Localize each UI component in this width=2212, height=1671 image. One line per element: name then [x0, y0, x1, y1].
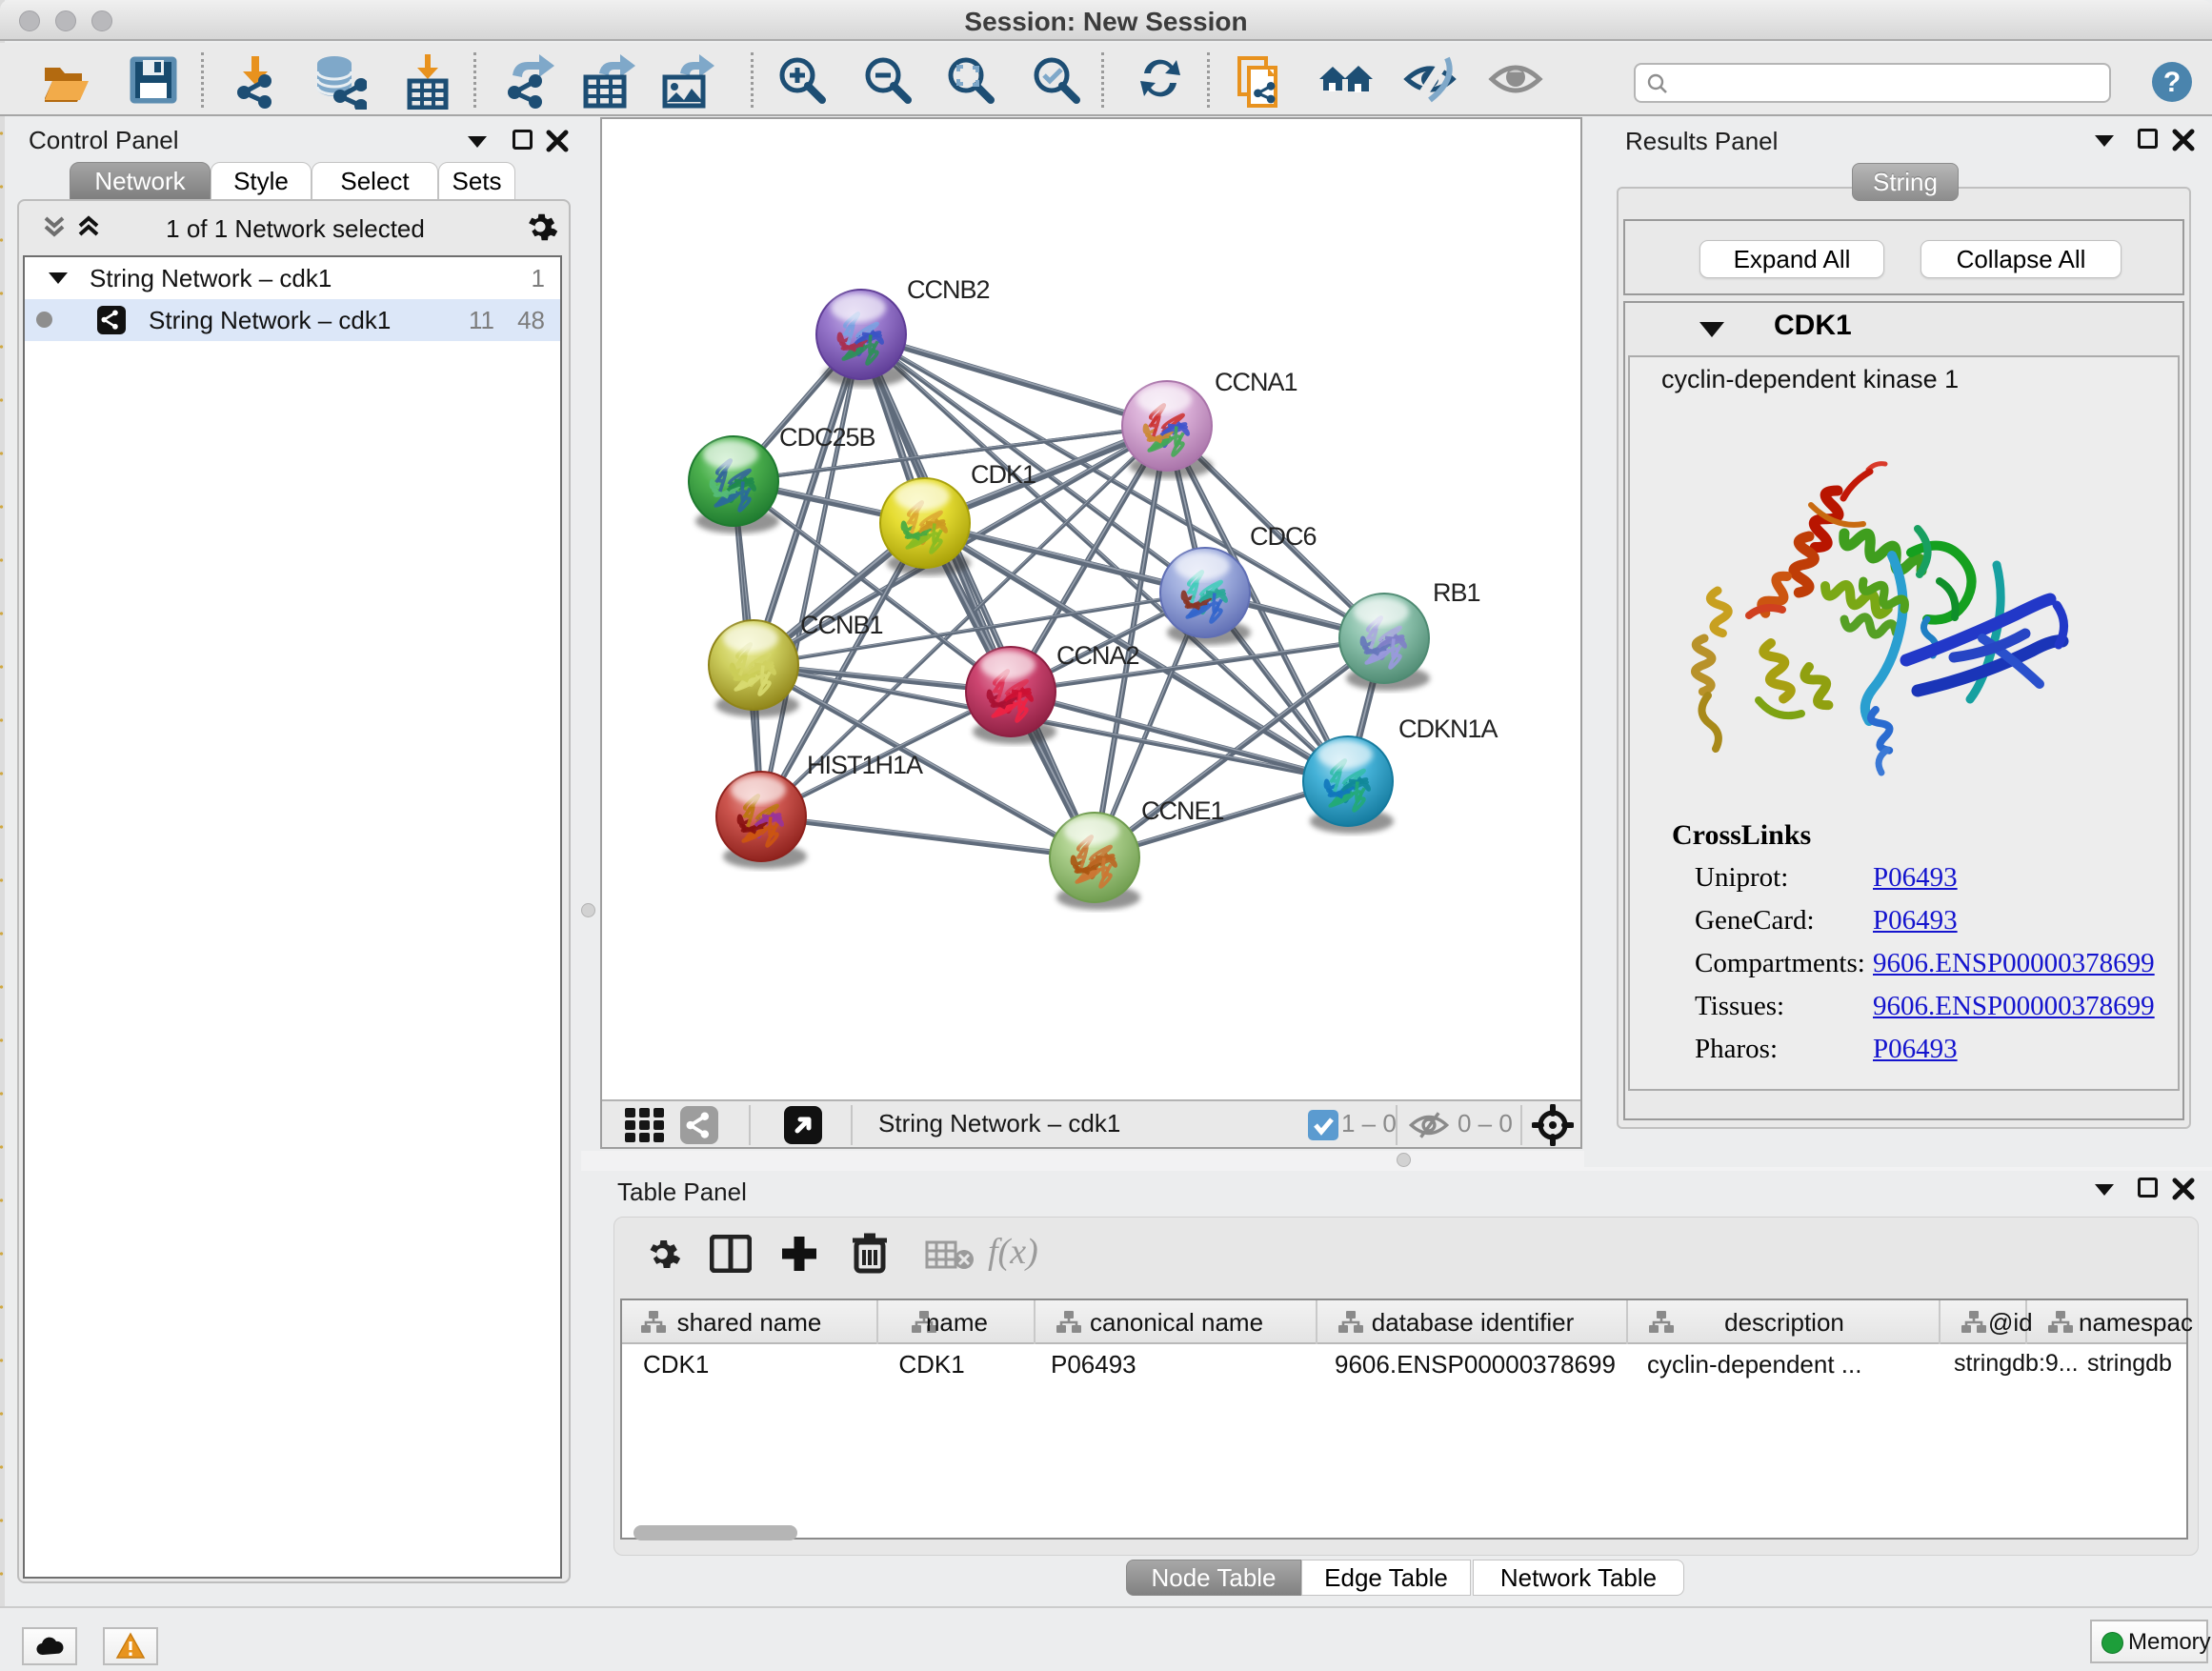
svg-text:CCNE1: CCNE1 — [1141, 796, 1224, 825]
svg-text:CDC6: CDC6 — [1250, 522, 1317, 551]
svg-text:CCNB1: CCNB1 — [800, 611, 883, 639]
svg-text:CDK1: CDK1 — [971, 460, 1036, 489]
svg-text:CDC25B: CDC25B — [779, 423, 875, 452]
svg-text:CCNB2: CCNB2 — [907, 275, 990, 304]
svg-text:CCNA1: CCNA1 — [1215, 368, 1297, 396]
svg-text:HIST1H1A: HIST1H1A — [807, 751, 923, 779]
svg-text:CCNA2: CCNA2 — [1056, 641, 1139, 670]
svg-text:RB1: RB1 — [1433, 578, 1480, 607]
svg-text:CDKN1A: CDKN1A — [1398, 715, 1498, 743]
svg-text:?: ? — [2163, 67, 2181, 98]
